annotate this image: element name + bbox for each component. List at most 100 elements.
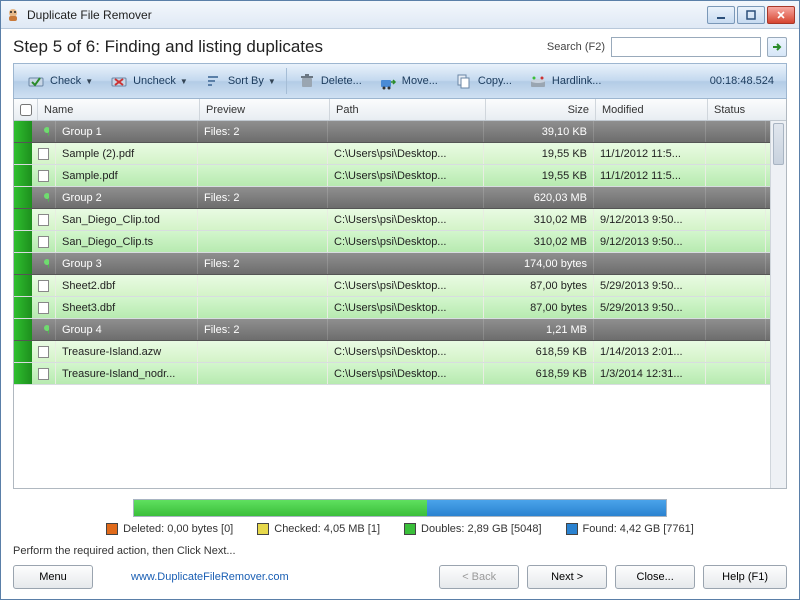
row-handle — [14, 231, 32, 252]
row-checkbox[interactable] — [38, 148, 49, 160]
swatch-deleted — [106, 523, 118, 535]
column-name[interactable]: Name — [38, 99, 200, 120]
row-checkbox[interactable] — [38, 302, 49, 314]
row-checkbox[interactable] — [38, 280, 49, 292]
scrollbar-thumb[interactable] — [773, 123, 784, 165]
help-button[interactable]: Help (F1) — [703, 565, 787, 589]
close-button[interactable] — [767, 6, 795, 24]
file-row[interactable]: Sample.pdfC:\Users\psi\Desktop...19,55 K… — [14, 165, 786, 187]
file-row[interactable]: Sample (2).pdfC:\Users\psi\Desktop...19,… — [14, 143, 786, 165]
group-size: 174,00 bytes — [484, 253, 594, 274]
header-checkbox[interactable] — [14, 99, 38, 120]
group-row[interactable]: Group 2Files: 2620,03 MB — [14, 187, 786, 209]
file-name: Treasure-Island_nodr... — [56, 363, 198, 384]
legend-doubles: Doubles: 2,89 GB [5048] — [404, 523, 541, 535]
file-size: 87,00 bytes — [484, 275, 594, 296]
window-frame: Duplicate File Remover Step 5 of 6: Find… — [0, 0, 800, 600]
group-label: Group 3 — [56, 253, 198, 274]
uncheck-label: Uncheck — [133, 75, 176, 87]
file-path: C:\Users\psi\Desktop... — [328, 363, 484, 384]
column-modified[interactable]: Modified — [596, 99, 708, 120]
row-checkbox[interactable] — [38, 368, 49, 380]
check-label: Check — [50, 75, 81, 87]
window-title: Duplicate File Remover — [27, 8, 707, 22]
file-row[interactable]: Sheet2.dbfC:\Users\psi\Desktop...87,00 b… — [14, 275, 786, 297]
search-go-button[interactable] — [767, 37, 787, 57]
file-modified: 5/29/2013 9:50... — [594, 297, 706, 318]
row-handle — [14, 363, 32, 384]
titlebar[interactable]: Duplicate File Remover — [1, 1, 799, 29]
back-button[interactable]: < Back — [439, 565, 519, 589]
column-preview[interactable]: Preview — [200, 99, 330, 120]
group-files-count: Files: 2 — [198, 187, 328, 208]
group-files-count: Files: 2 — [198, 121, 328, 142]
progress-found — [427, 500, 666, 516]
file-modified: 11/1/2012 11:5... — [594, 143, 706, 164]
list-header: Name Preview Path Size Modified Status — [14, 99, 786, 121]
swatch-found — [566, 523, 578, 535]
row-checkbox[interactable] — [38, 236, 49, 248]
minimize-button[interactable] — [707, 6, 735, 24]
delete-button[interactable]: Delete... — [289, 66, 370, 96]
move-button[interactable]: Move... — [370, 66, 446, 96]
file-modified: 1/3/2014 12:31... — [594, 363, 706, 384]
sortby-button[interactable]: Sort By▼ — [196, 66, 284, 96]
next-button[interactable]: Next > — [527, 565, 607, 589]
group-row[interactable]: Group 1Files: 239,10 KB — [14, 121, 786, 143]
check-button[interactable]: Check▼ — [18, 66, 101, 96]
close-wizard-button[interactable]: Close... — [615, 565, 695, 589]
search-input[interactable] — [611, 37, 761, 57]
file-path: C:\Users\psi\Desktop... — [328, 165, 484, 186]
row-handle — [14, 297, 32, 318]
app-icon — [5, 7, 21, 23]
copy-button[interactable]: Copy... — [446, 66, 520, 96]
scrollbar[interactable] — [770, 121, 786, 488]
check-icon — [26, 71, 46, 91]
group-icon — [36, 319, 56, 340]
arrow-right-icon — [771, 41, 783, 53]
hint-text: Perform the required action, then Click … — [13, 545, 787, 557]
move-icon — [378, 71, 398, 91]
file-row[interactable]: Treasure-Island.azwC:\Users\psi\Desktop.… — [14, 341, 786, 363]
toolbar: Check▼ Uncheck▼ Sort By▼ Delete... Move.… — [13, 63, 787, 99]
file-row[interactable]: Treasure-Island_nodr... C:\Users\psi\Desk… — [14, 363, 786, 385]
maximize-button[interactable] — [737, 6, 765, 24]
column-size[interactable]: Size — [486, 99, 596, 120]
sortby-label: Sort By — [228, 75, 264, 87]
file-row[interactable]: San_Diego_Clip.tsC:\Users\psi\Desktop...… — [14, 231, 786, 253]
trash-icon — [297, 71, 317, 91]
file-path: C:\Users\psi\Desktop... — [328, 297, 484, 318]
client-area: Step 5 of 6: Finding and listing duplica… — [1, 29, 799, 599]
row-checkbox[interactable] — [38, 214, 49, 226]
website-link[interactable]: www.DuplicateFileRemover.com — [131, 571, 289, 583]
file-row[interactable]: Sheet3.dbfC:\Users\psi\Desktop...87,00 b… — [14, 297, 786, 319]
list-body[interactable]: Group 1Files: 239,10 KBSample (2).pdfC:\… — [14, 121, 786, 488]
row-handle — [14, 209, 32, 230]
list-area: Name Preview Path Size Modified Status G… — [13, 99, 787, 489]
group-row[interactable]: Group 3Files: 2174,00 bytes — [14, 253, 786, 275]
row-handle — [14, 275, 32, 296]
swatch-doubles — [404, 523, 416, 535]
hardlink-icon — [528, 71, 548, 91]
step-row: Step 5 of 6: Finding and listing duplica… — [13, 37, 787, 57]
hardlink-button[interactable]: Hardlink... — [520, 66, 610, 96]
group-icon — [36, 187, 56, 208]
column-status[interactable]: Status — [708, 99, 768, 120]
column-path[interactable]: Path — [330, 99, 486, 120]
group-row[interactable]: Group 4Files: 21,21 MB — [14, 319, 786, 341]
copy-label: Copy... — [478, 75, 512, 87]
file-row[interactable]: San_Diego_Clip.todC:\Users\psi\Desktop..… — [14, 209, 786, 231]
copy-icon — [454, 71, 474, 91]
file-size: 310,02 MB — [484, 231, 594, 252]
row-checkbox[interactable] — [38, 346, 49, 358]
file-path: C:\Users\psi\Desktop... — [328, 209, 484, 230]
menu-button[interactable]: Menu — [13, 565, 93, 589]
sort-icon — [204, 71, 224, 91]
file-modified: 11/1/2012 11:5... — [594, 165, 706, 186]
file-size: 19,55 KB — [484, 165, 594, 186]
uncheck-button[interactable]: Uncheck▼ — [101, 66, 196, 96]
row-checkbox[interactable] — [38, 170, 49, 182]
progress-doubles — [134, 500, 427, 516]
file-path: C:\Users\psi\Desktop... — [328, 341, 484, 362]
row-handle — [14, 319, 32, 340]
